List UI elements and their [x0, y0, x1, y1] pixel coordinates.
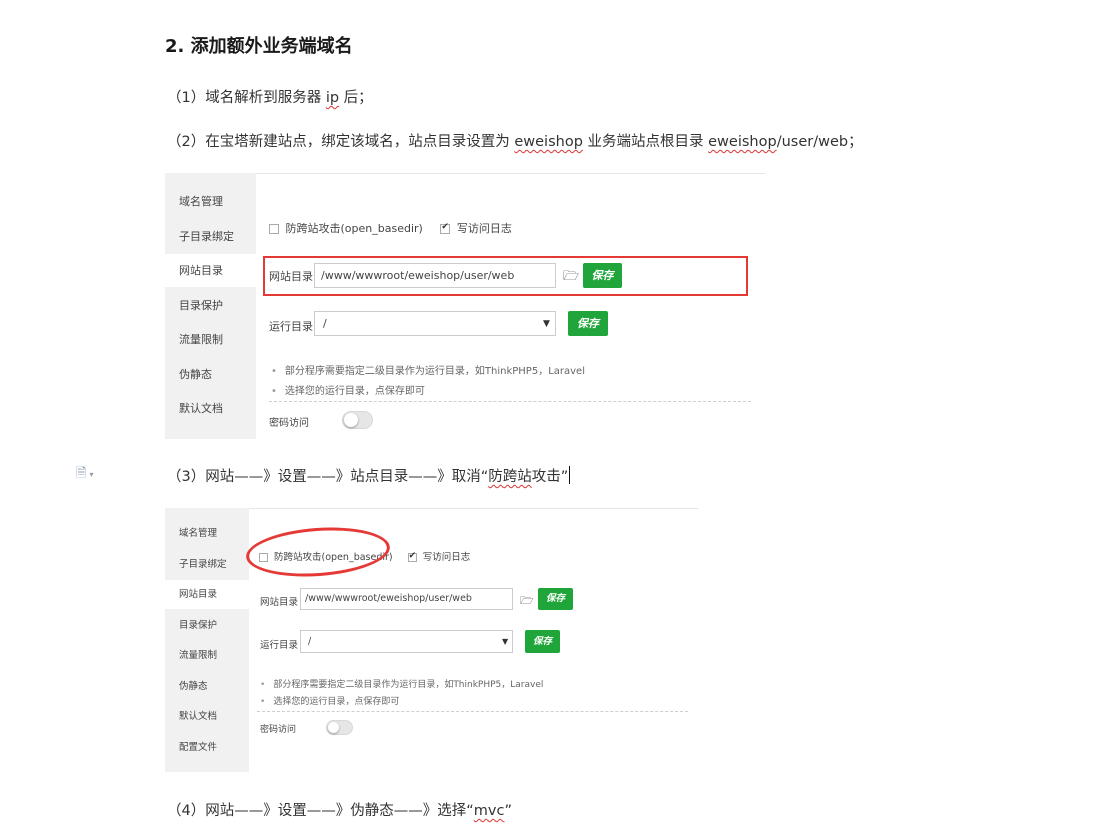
panel2-dropdown-arrow-icon: ▼: [502, 637, 509, 646]
panel2-run-dir-label: 运行目录: [260, 640, 299, 651]
step-1-text: （1）域名解析到服务器: [167, 90, 326, 106]
panel2-sidebar-item-1[interactable]: 子目录绑定: [165, 550, 249, 579]
step-3-paragraph: （3）网站——》设置——》站点目录——》取消“防跨站攻击”: [167, 465, 571, 486]
panel2-password-toggle[interactable]: [326, 720, 353, 735]
step-4-mvc: mvc: [473, 803, 505, 819]
panel2-hint-1: 部分程序需要指定二级目录作为运行目录，如ThinkPHP5，Laravel: [260, 677, 543, 690]
panel1-dropdown-arrow-icon: ▼: [543, 319, 550, 329]
document-icon[interactable]: 🗎 ▾: [76, 464, 93, 486]
panel1-sidebar-item-0[interactable]: 域名管理: [165, 185, 256, 218]
panel1-sidebar-item-2[interactable]: 网站目录: [165, 254, 256, 287]
panel2-folder-icon[interactable]: 🗁: [520, 592, 534, 611]
panel1-save-run-dir-button[interactable]: 保存: [568, 311, 608, 336]
panel1-sidebar-item-6[interactable]: 默认文档: [165, 392, 256, 425]
step-4-text-a: （4）网站——》设置——》伪静态——》选择“: [167, 803, 474, 819]
panel2-save-run-dir-button[interactable]: 保存: [525, 630, 560, 653]
panel1-hint-1: 部分程序需要指定二级目录作为运行目录，如ThinkPHP5，Laravel: [271, 362, 585, 377]
step-1-paragraph: （1）域名解析到服务器 ip 后；: [167, 86, 373, 107]
panel1-password-label: 密码访问: [269, 418, 309, 429]
panel1-log-checkbox[interactable]: [440, 222, 451, 234]
step-2-text-c: 业务端站点根目录: [582, 134, 709, 150]
settings-panel-1: 域名管理 子目录绑定 网站目录 目录保护 流量限制 伪静态 默认文档 防跨站攻击(open_…: [165, 173, 765, 439]
panel1-run-dir-label: 运行目录: [269, 320, 313, 333]
step-3-text-a: （3）网站——》设置——》站点目录——》取消“: [167, 469, 489, 485]
step-4-paragraph: （4）网站——》设置——》伪静态——》选择“mvc”: [167, 799, 512, 820]
step-2-eweishop-1: eweishop: [514, 134, 583, 150]
panel2-sidebar-item-2[interactable]: 网站目录: [165, 580, 249, 609]
panel1-sidebar-item-1[interactable]: 子目录绑定: [165, 220, 256, 253]
step-3-anti-xss: 防跨站: [488, 469, 532, 485]
panel2-log-label: 写访问日志: [422, 552, 471, 563]
panel2-run-dir-value: /: [308, 636, 312, 647]
panel2-hint-2: 选择您的运行目录，点保存即可: [260, 694, 399, 707]
panel2-highlight-ellipse: [244, 523, 392, 581]
panel1-divider: [269, 401, 751, 402]
panel2-password-label: 密码访问: [260, 725, 297, 735]
panel1-run-dir-select[interactable]: /: [314, 311, 556, 336]
panel1-sidebar-item-5[interactable]: 伪静态: [165, 358, 256, 391]
step-3-text-c: 攻击”: [531, 469, 569, 485]
panel2-sidebar-item-4[interactable]: 流量限制: [165, 641, 249, 670]
panel2-sidebar-item-6[interactable]: 默认文档: [165, 702, 249, 731]
panel1-hint-2: 选择您的运行目录，点保存即可: [271, 382, 425, 397]
panel1-password-toggle[interactable]: [342, 411, 373, 429]
panel1-highlight-box: [263, 256, 748, 296]
panel2-site-dir-label: 网站目录: [260, 597, 299, 608]
panel1-log-label: 写访问日志: [456, 222, 512, 235]
step-1-tail: 后；: [339, 90, 373, 106]
step-2-paragraph: （2）在宝塔新建站点，绑定该域名，站点目录设置为 eweishop 业务端站点根…: [167, 130, 863, 151]
section-heading: 2. 添加额外业务端域名: [165, 36, 353, 57]
panel2-sidebar-item-7[interactable]: 配置文件: [165, 733, 249, 762]
step-2-text-e: /user/web；: [776, 134, 863, 150]
panel2-divider: [257, 711, 688, 712]
step-1-ip: ip: [325, 90, 340, 106]
panel2-save-site-dir-button[interactable]: 保存: [538, 588, 573, 610]
panel2-site-dir-input[interactable]: /www/wwwroot/eweishop/user/web: [300, 588, 513, 610]
panel2-sidebar-item-5[interactable]: 伪静态: [165, 672, 249, 701]
text-cursor: [569, 466, 571, 484]
step-4-text-c: ”: [504, 803, 512, 819]
step-2-eweishop-2: eweishop: [708, 134, 777, 150]
panel1-anti-xss-checkbox[interactable]: [269, 224, 279, 234]
panel1-sidebar-item-4[interactable]: 流量限制: [165, 323, 256, 356]
panel2-log-checkbox[interactable]: [407, 551, 417, 562]
panel2-sidebar-item-3[interactable]: 目录保护: [165, 611, 249, 640]
settings-panel-2: 域名管理 子目录绑定 网站目录 目录保护 流量限制 伪静态 默认文档 配置文件 防跨站攻击(o…: [165, 508, 698, 772]
panel1-run-dir-value: /: [323, 317, 327, 330]
panel2-run-dir-select[interactable]: /: [300, 630, 513, 653]
step-2-text-a: （2）在宝塔新建站点，绑定该域名，站点目录设置为: [167, 134, 515, 150]
panel2-sidebar-item-0[interactable]: 域名管理: [165, 519, 249, 548]
panel1-options-row: 防跨站攻击(open_basedir) 写访问日志: [269, 220, 512, 236]
panel1-sidebar-item-3[interactable]: 目录保护: [165, 289, 256, 322]
panel1-anti-xss-label: 防跨站攻击(open_basedir): [285, 222, 423, 235]
